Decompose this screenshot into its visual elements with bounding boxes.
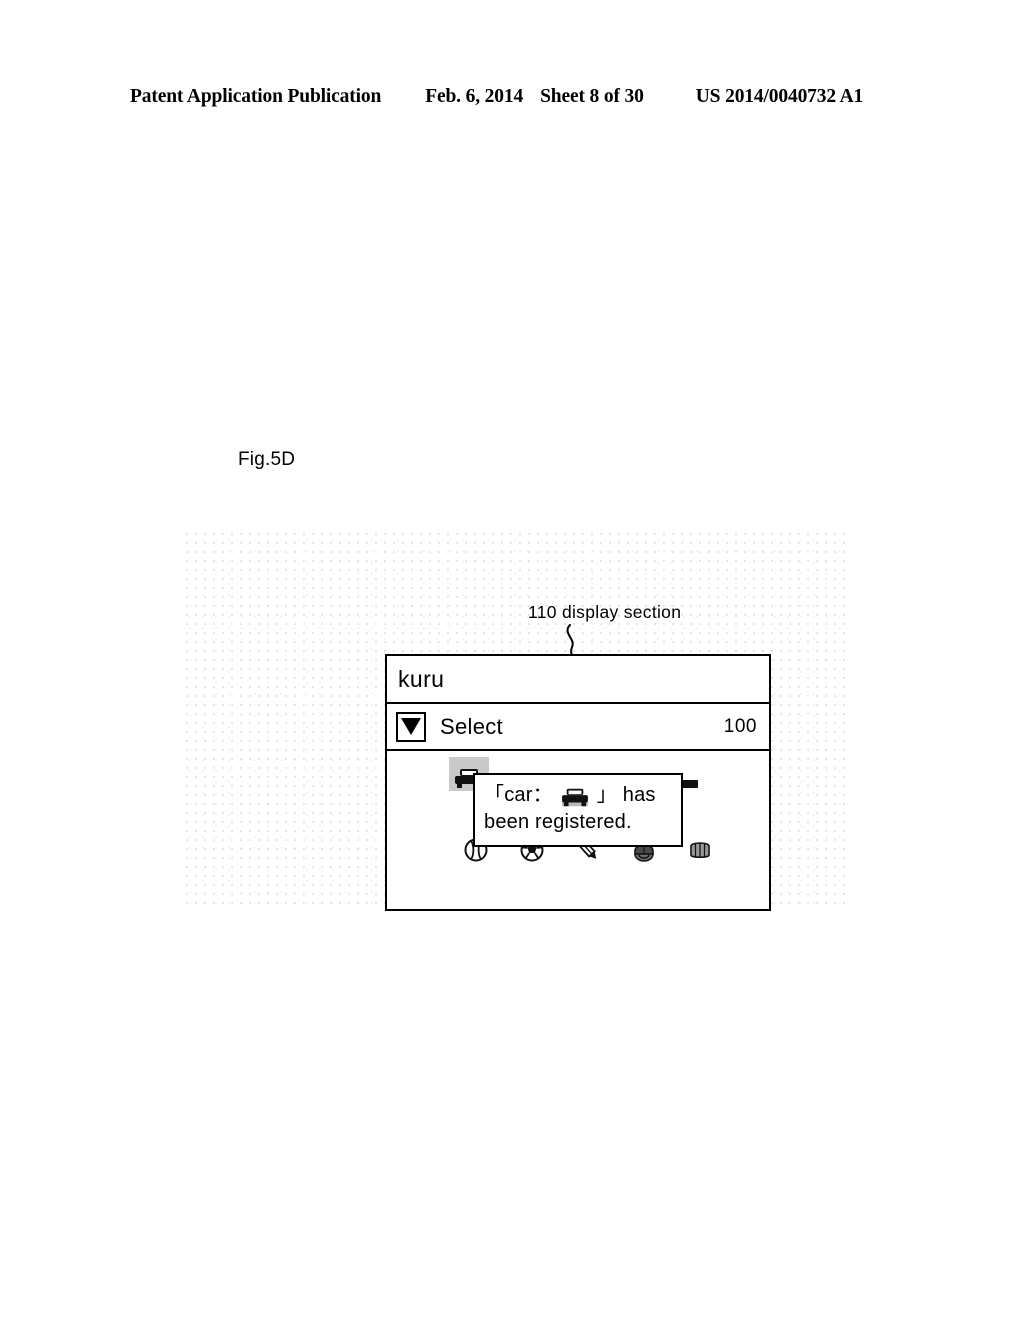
callout-label: 110 display section [528, 602, 682, 622]
icon-cell-baseball-glove[interactable] [685, 835, 715, 865]
popup-line-1-prefix: 「car： [484, 784, 553, 806]
select-row: Select 100 [387, 704, 769, 751]
popup-inline-car-wrap [558, 785, 592, 809]
triangle-down-icon[interactable] [396, 711, 426, 742]
header-patent-number: US 2014/0040732 A1 [695, 86, 864, 107]
popup-line-1: 「car： 」 has [484, 782, 672, 809]
select-label: Select [440, 713, 503, 739]
header-publication: Patent Application Publication [130, 86, 382, 107]
text-input-row[interactable]: kuru [387, 656, 769, 704]
figure-label: Fig.5D [238, 449, 296, 470]
popup-line-2: been registered. [484, 811, 632, 833]
page-header: Patent Application Publication Feb. 6, 2… [130, 86, 890, 108]
car-front-icon [561, 788, 588, 806]
header-date: Feb. 6, 2014 [425, 86, 524, 107]
baseball-glove-icon [690, 842, 710, 859]
popup-line-1-suffix: 」 has [596, 784, 656, 806]
confirmation-popup: 「car： 」 has been registered. [473, 773, 683, 847]
header-sheet: Sheet 8 of 30 [540, 86, 644, 107]
content-area: 「car： 」 has been registered. [387, 751, 769, 907]
display-section: kuru Select 100 「car： 」 has been registe… [385, 654, 771, 911]
text-input-value: kuru [398, 665, 445, 692]
triangle-down-glyph [401, 718, 421, 735]
select-count: 100 [723, 715, 757, 737]
callout-leader-line [566, 624, 574, 658]
